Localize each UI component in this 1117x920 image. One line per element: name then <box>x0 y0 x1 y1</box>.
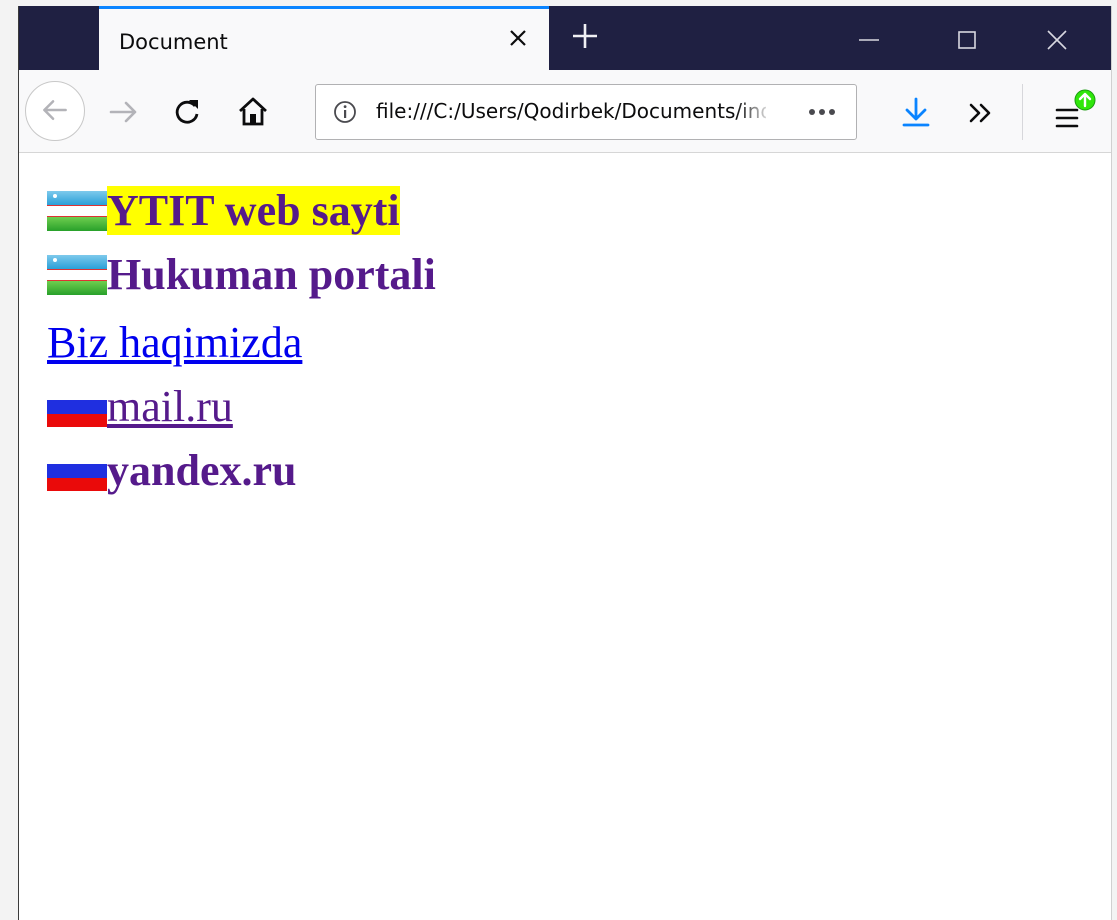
browser-window: Document file:///C:/Users/Qodirbek/Docum… <box>18 6 1112 920</box>
tab-title: Document <box>119 30 228 54</box>
home-icon[interactable] <box>235 94 271 130</box>
russia-flag-icon <box>47 450 107 491</box>
uzbekistan-flag-icon <box>47 190 107 231</box>
arrow-left-icon <box>43 100 67 120</box>
menu-update-icon[interactable] <box>1047 88 1097 134</box>
toolbar-separator <box>1022 84 1023 140</box>
page-content: YTIT web sayti Hukuman portali Biz haqim… <box>19 153 1111 920</box>
link-text-hukumat[interactable]: Hukuman portali <box>107 250 436 299</box>
link-text-ytit[interactable]: YTIT web sayti <box>107 186 400 235</box>
russia-flag-icon <box>47 386 107 427</box>
overflow-chevron-icon[interactable] <box>964 96 998 130</box>
maximize-icon[interactable] <box>949 22 985 58</box>
uzbekistan-flag-icon <box>47 254 107 295</box>
minimize-icon[interactable] <box>851 22 887 58</box>
link-biz-haqimizda[interactable]: Biz haqimizda <box>47 317 302 377</box>
link-ytit[interactable]: YTIT web sayti <box>47 185 400 245</box>
address-bar[interactable]: file:///C:/Users/Qodirbek/Documents/inde… <box>315 84 857 140</box>
back-button[interactable] <box>25 81 85 141</box>
link-text-biz-haqimizda[interactable]: Biz haqimizda <box>47 318 302 367</box>
url-fade <box>736 89 772 135</box>
link-hukumat[interactable]: Hukuman portali <box>47 249 436 309</box>
info-icon[interactable] <box>332 99 358 125</box>
navigation-toolbar: file:///C:/Users/Qodirbek/Documents/inde… <box>19 70 1111 153</box>
link-mail[interactable]: mail.ru <box>47 381 233 441</box>
new-tab-icon[interactable] <box>569 20 601 52</box>
download-icon[interactable] <box>899 94 933 130</box>
tab-document[interactable]: Document <box>99 6 549 70</box>
link-yandex[interactable]: yandex.ru <box>47 445 296 505</box>
close-window-icon[interactable] <box>1039 22 1075 58</box>
url-text[interactable]: file:///C:/Users/Qodirbek/Documents/inde… <box>376 99 766 123</box>
link-text-mail[interactable]: mail.ru <box>107 382 233 431</box>
arrow-right-icon[interactable] <box>105 94 141 130</box>
link-text-yandex[interactable]: yandex.ru <box>107 446 296 495</box>
close-tab-icon[interactable] <box>503 23 533 53</box>
more-actions-icon[interactable] <box>804 97 840 127</box>
reload-icon[interactable] <box>169 94 205 130</box>
title-bar: Document <box>19 6 1111 70</box>
